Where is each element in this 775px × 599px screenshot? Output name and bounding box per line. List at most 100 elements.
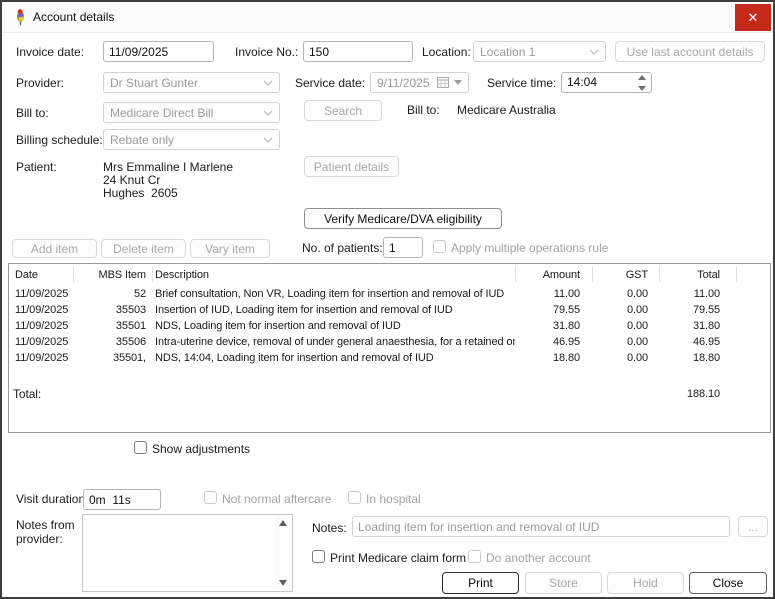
cell-amount: 46.95 [515,334,592,350]
table-row[interactable]: 11/09/2025 35506 Intra-uterine device, r… [9,334,770,350]
finch-logo-icon [13,8,28,29]
column-header-date[interactable]: Date [9,267,73,283]
spinner-up-icon [638,75,646,80]
column-header-mbs-item[interactable]: MBS Item [73,267,152,283]
print-medicare-claim-label: Print Medicare claim form [330,551,466,565]
use-last-account-details-label: Use last account details [627,45,754,59]
notes-from-provider-textarea[interactable] [82,514,293,592]
cell-gst: 0.00 [592,302,659,318]
billing-schedule-select[interactable]: Rebate only [103,129,280,150]
cell-date: 11/09/2025 [9,318,73,334]
cell-gst: 0.00 [592,334,659,350]
cell-mbs-item: 35503 [73,302,152,318]
in-hospital-label: In hospital [366,492,421,506]
use-last-account-details-button[interactable]: Use last account details [615,41,765,62]
invoice-no-input[interactable] [303,41,413,62]
cell-amount: 11.00 [515,286,592,302]
notes-ellipsis-button[interactable]: ... [738,516,768,537]
cell-total: 46.95 [659,334,736,350]
not-normal-aftercare-label: Not normal aftercare [222,492,331,506]
table-row[interactable]: 11/09/2025 35503 Insertion of IUD, Loadi… [9,302,770,318]
notes-input[interactable] [352,516,730,537]
billing-schedule-label: Billing schedule: [16,133,103,147]
service-date-value: 9/11/2025 [377,76,433,90]
column-separator [152,266,153,283]
apply-multiple-operations-checkbox[interactable] [433,240,446,253]
in-hospital-checkbox[interactable] [348,491,361,504]
column-header-total[interactable]: Total [659,267,736,283]
cell-total: 79.55 [659,302,736,318]
search-button[interactable]: Search [304,100,382,121]
vary-item-label: Vary item [205,242,255,256]
table-row[interactable]: 11/09/2025 52 Brief consultation, Non VR… [9,286,770,302]
store-button-label: Store [549,576,578,590]
visit-duration-label: Visit duration: [16,492,89,506]
time-spinner[interactable] [634,75,649,91]
notes-label: Notes: [312,521,347,535]
invoice-no-label: Invoice No.: [235,45,298,59]
bill-to-display-value: Medicare Australia [457,103,556,117]
bill-to-label: Bill to: [16,106,49,120]
delete-item-button[interactable]: Delete item [101,239,186,258]
column-header-amount[interactable]: Amount [515,267,592,283]
window-title: Account details [33,10,114,24]
no-of-patients-input[interactable] [383,237,423,258]
patient-address-line1: 24 Knut Cr [103,173,160,187]
cell-mbs-item: 35506 [73,334,152,350]
hold-button-label: Hold [633,576,658,590]
scrollbar[interactable] [275,516,291,590]
bill-to-display-label: Bill to: [407,103,440,117]
print-button[interactable]: Print [442,572,519,594]
cell-description: Intra-uterine device, removal of under g… [152,334,515,350]
provider-select[interactable]: Dr Stuart Gunter [103,72,280,93]
close-button[interactable]: Close [689,572,767,594]
chevron-down-icon [263,137,273,143]
patient-details-label: Patient details [314,160,389,174]
chevron-down-icon [263,80,273,86]
column-separator [515,266,516,283]
hold-button[interactable]: Hold [607,572,684,594]
location-select[interactable]: Location 1 [473,41,606,62]
service-date-label: Service date: [295,76,365,90]
scroll-down-icon [279,580,287,586]
title-bar[interactable]: Account details ✕ [2,2,773,33]
cell-date: 11/09/2025 [9,334,73,350]
vary-item-button[interactable]: Vary item [190,239,270,258]
apply-multiple-operations-label: Apply multiple operations rule [451,241,608,255]
chevron-down-icon [263,110,273,116]
column-separator [592,266,593,283]
do-another-account-checkbox[interactable] [468,550,481,563]
service-date-picker[interactable]: 9/11/2025 [370,72,469,93]
visit-duration-input[interactable] [83,489,161,510]
column-separator [659,266,660,283]
table-row[interactable]: 11/09/2025 35501, NDS, 14:04, Loading it… [9,350,770,366]
close-window-button[interactable]: ✕ [735,4,771,31]
delete-item-label: Delete item [113,242,174,256]
provider-value: Dr Stuart Gunter [110,76,259,90]
store-button[interactable]: Store [525,572,602,594]
print-medicare-claim-checkbox[interactable] [312,550,325,563]
table-row[interactable]: 11/09/2025 35501 NDS, Loading item for i… [9,318,770,334]
column-header-gst[interactable]: GST [592,267,659,283]
location-label: Location: [422,45,471,59]
show-adjustments-checkbox[interactable] [134,441,147,454]
not-normal-aftercare-checkbox[interactable] [204,491,217,504]
add-item-label: Add item [31,242,78,256]
cell-total: 31.80 [659,318,736,334]
invoice-date-label: Invoice date: [16,45,84,59]
column-header-description[interactable]: Description [152,267,515,283]
cell-amount: 31.80 [515,318,592,334]
show-adjustments-label: Show adjustments [152,442,250,456]
cell-gst: 0.00 [592,350,659,366]
invoice-date-input[interactable] [103,41,214,62]
cell-gst: 0.00 [592,286,659,302]
add-item-button[interactable]: Add item [12,239,97,258]
service-time-input[interactable]: 14:04 [561,72,652,93]
verify-medicare-dva-button[interactable]: Verify Medicare/DVA eligibility [304,208,502,229]
cell-amount: 79.55 [515,302,592,318]
patient-details-button[interactable]: Patient details [304,156,399,177]
items-table[interactable]: Date MBS Item Description Amount GST Tot… [8,263,771,433]
account-details-dialog: Account details ✕ Invoice date: Invoice … [0,0,775,599]
search-button-label: Search [324,104,362,118]
bill-to-select[interactable]: Medicare Direct Bill [103,102,280,123]
